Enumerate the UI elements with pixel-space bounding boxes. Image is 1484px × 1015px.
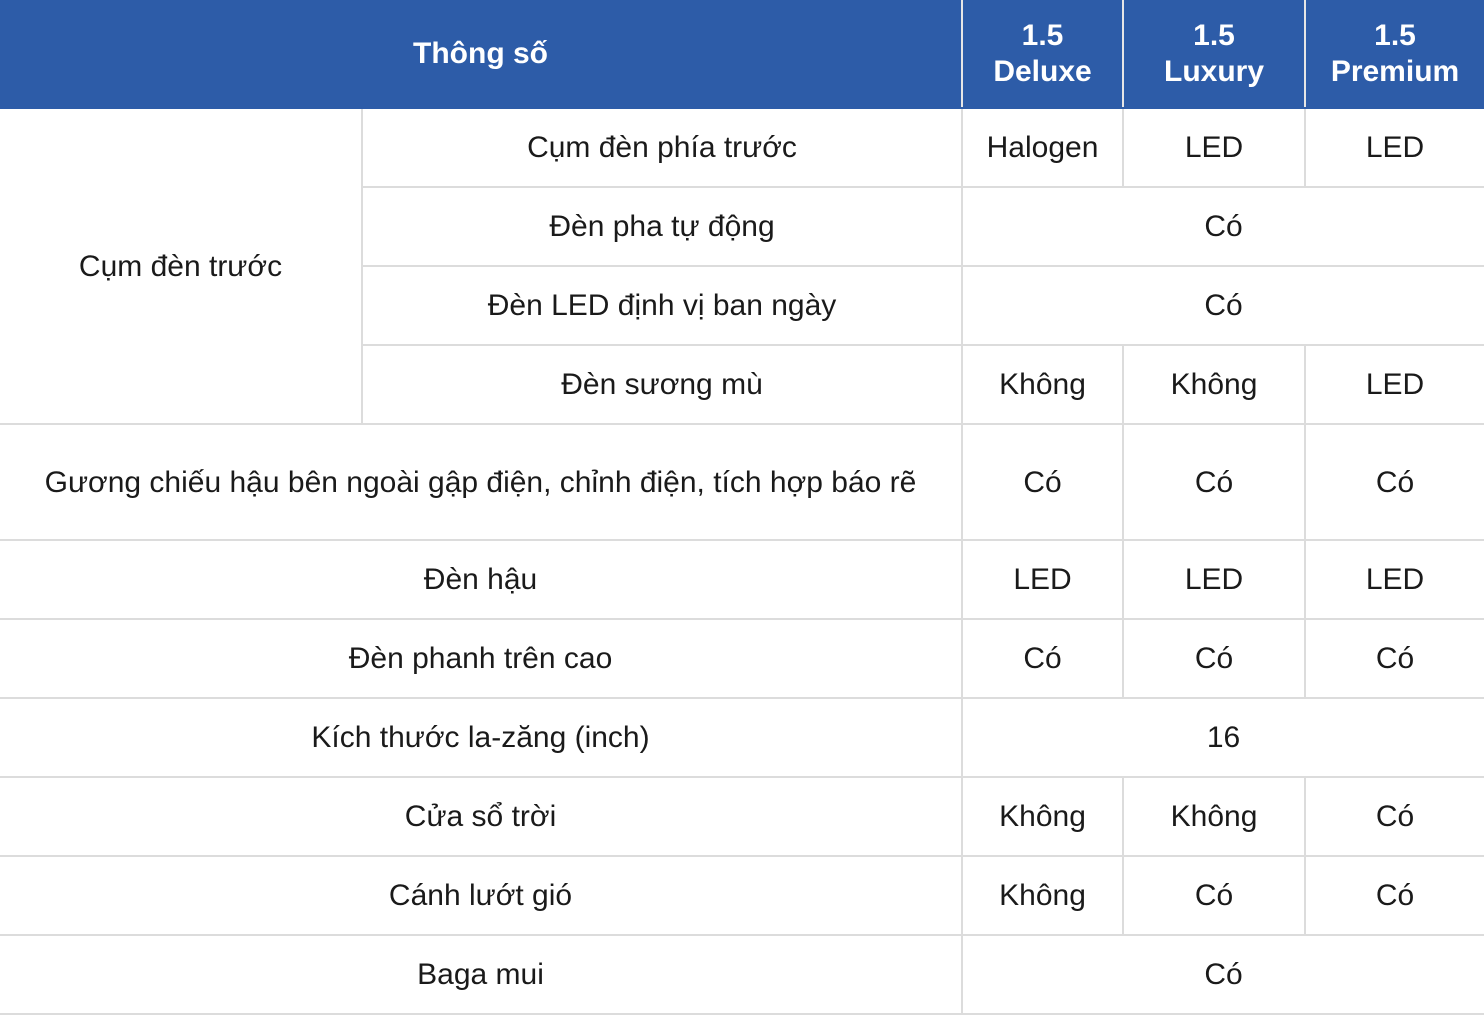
- cell-luxury: Có: [1122, 855, 1307, 936]
- table-row: Đèn hậu LED LED LED: [0, 539, 1484, 620]
- cell-luxury: LED: [1122, 539, 1307, 620]
- table-row: Kích thước la-zăng (inch) 16: [0, 697, 1484, 778]
- cell-deluxe: LED: [961, 539, 1125, 620]
- header-variant-premium: 1.5 Premium: [1304, 0, 1484, 109]
- table-row: Đèn phanh trên cao Có Có Có: [0, 618, 1484, 699]
- table-row: Baga mui Có: [0, 934, 1484, 1015]
- header-row: Thông số 1.5 Deluxe 1.5 Luxury 1.5 Premium: [0, 0, 1484, 109]
- cell-premium: LED: [1304, 344, 1484, 425]
- cell-luxury: Có: [1122, 423, 1307, 541]
- cell-deluxe: Không: [961, 776, 1125, 857]
- cell-premium: LED: [1304, 108, 1484, 188]
- cell-deluxe: Có: [961, 618, 1125, 699]
- cell-premium: Có: [1304, 855, 1484, 936]
- cell-premium: Có: [1304, 618, 1484, 699]
- row-label: Cụm đèn phía trước: [360, 108, 964, 188]
- table-row: Cụm đèn trước Cụm đèn phía trước Halogen…: [0, 108, 1484, 425]
- header-variant-luxury: 1.5 Luxury: [1122, 0, 1306, 109]
- table-row: Cánh lướt gió Không Có Có: [0, 855, 1484, 936]
- row-label: Gương chiếu hậu bên ngoài gập điện, chỉn…: [0, 423, 964, 541]
- cell-deluxe: Có: [961, 423, 1125, 541]
- cell-premium: Có: [1304, 776, 1484, 857]
- row-label: Đèn phanh trên cao: [0, 618, 964, 699]
- cell-premium: LED: [1304, 539, 1484, 620]
- cell-luxury: Không: [1122, 776, 1307, 857]
- cell-luxury: Không: [1122, 344, 1307, 425]
- cell-deluxe: Halogen: [961, 108, 1125, 188]
- cell-deluxe: Không: [961, 855, 1125, 936]
- row-label: Baga mui: [0, 934, 964, 1015]
- cell-luxury: LED: [1122, 108, 1307, 188]
- group-label: Cụm đèn trước: [0, 108, 363, 425]
- row-label: Đèn LED định vị ban ngày: [362, 265, 964, 346]
- row-label: Kích thước la-zăng (inch): [0, 697, 964, 778]
- cell-merged: Có: [961, 186, 1484, 267]
- cell-luxury: Có: [1122, 618, 1307, 699]
- row-label: Đèn hậu: [0, 539, 964, 620]
- header-spec: Thông số: [0, 0, 963, 109]
- cell-merged: Có: [961, 934, 1484, 1015]
- table-row: Gương chiếu hậu bên ngoài gập điện, chỉn…: [0, 423, 1484, 541]
- cell-deluxe: Không: [961, 344, 1125, 425]
- table-row: Cửa sổ trời Không Không Có: [0, 776, 1484, 857]
- row-label: Đèn sương mù: [362, 344, 964, 425]
- cell-merged: Có: [961, 265, 1484, 346]
- row-label: Cửa sổ trời: [0, 776, 964, 857]
- cell-merged: 16: [961, 697, 1484, 778]
- row-label: Cánh lướt gió: [0, 855, 964, 936]
- header-variant-deluxe: 1.5 Deluxe: [961, 0, 1124, 109]
- cell-premium: Có: [1304, 423, 1484, 541]
- row-label: Đèn pha tự động: [362, 186, 964, 267]
- spec-table: Thông số 1.5 Deluxe 1.5 Luxury 1.5 Premium …: [0, 0, 1484, 1015]
